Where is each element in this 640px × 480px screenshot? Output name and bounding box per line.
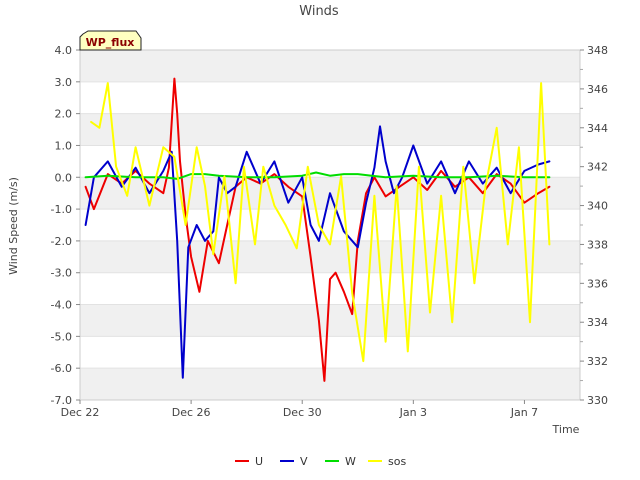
- y2-tick-label: 338: [587, 238, 608, 251]
- grid-band: [80, 304, 580, 337]
- grid-band: [80, 240, 580, 273]
- chart-title: Winds: [299, 4, 339, 19]
- x-tick-label: Jan 3: [399, 406, 427, 419]
- y-tick-label: -3.0: [51, 267, 72, 280]
- grid-band: [80, 368, 580, 400]
- legend-label: U: [255, 455, 263, 468]
- y-tick-label: -6.0: [51, 362, 72, 375]
- y2-tick-label: 348: [587, 44, 608, 57]
- legend-label: W: [345, 455, 356, 468]
- x-tick-label: Jan 7: [510, 406, 538, 419]
- y2-tick-label: 344: [587, 122, 608, 135]
- y-tick-label: -4.0: [51, 299, 72, 312]
- y-tick-label: -5.0: [51, 330, 72, 343]
- x-tick-label: Dec 22: [61, 406, 100, 419]
- y-tick-label: 0.0: [55, 171, 73, 184]
- flux-badge-label: WP_flux: [86, 36, 135, 49]
- grid-band: [80, 113, 580, 146]
- y-tick-label: -1.0: [51, 203, 72, 216]
- x-tick-label: Dec 30: [283, 406, 322, 419]
- y2-tick-label: 332: [587, 355, 608, 368]
- y2-tick-label: 336: [587, 277, 608, 290]
- y-tick-label: 2.0: [55, 108, 73, 121]
- y-tick-label: -2.0: [51, 235, 72, 248]
- y2-tick-label: 340: [587, 200, 608, 213]
- grid-band: [80, 50, 580, 82]
- y-tick-label: 4.0: [55, 44, 73, 57]
- y-axis-title: Wind Speed (m/s): [7, 177, 20, 275]
- y2-tick-label: 334: [587, 316, 608, 329]
- legend-label: sos: [388, 455, 406, 468]
- y2-tick-label: 342: [587, 161, 608, 174]
- x-axis-title: Time: [552, 423, 580, 436]
- x-tick-label: Dec 26: [172, 406, 211, 419]
- flux-badge: WP_flux: [79, 30, 142, 51]
- y-tick-label: 3.0: [55, 76, 73, 89]
- y-tick-label: 1.0: [55, 139, 73, 152]
- winds-chart: -7.0-6.0-5.0-4.0-3.0-2.0-1.00.01.02.03.0…: [0, 0, 640, 480]
- y2-tick-label: 330: [587, 394, 608, 407]
- y2-tick-label: 346: [587, 83, 608, 96]
- legend-label: V: [300, 455, 308, 468]
